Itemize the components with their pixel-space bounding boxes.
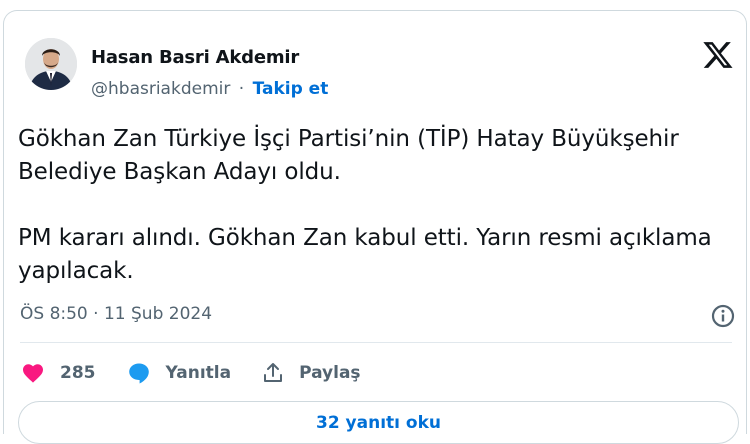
avatar[interactable] <box>25 38 77 90</box>
tweet-text: Gökhan Zan Türkiye İşçi Partisi’nin (TİP… <box>18 123 738 288</box>
like-button[interactable]: 285 <box>20 361 96 385</box>
like-count: 285 <box>60 363 96 383</box>
follow-button[interactable]: Takip et <box>253 79 329 99</box>
tweet-card: Hasan Basri Akdemir @hbasriakdemir · Tak… <box>3 10 747 444</box>
reply-label: Yanıtla <box>165 363 232 383</box>
author-handle[interactable]: @hbasriakdemir <box>91 79 230 99</box>
tweet-paragraph: PM kararı alındı. Gökhan Zan kabul etti.… <box>18 225 712 284</box>
author-meta: @hbasriakdemir · Takip et <box>91 79 328 99</box>
heart-icon <box>23 364 43 383</box>
reply-button[interactable]: Yanıtla <box>126 361 232 385</box>
author-name[interactable]: Hasan Basri Akdemir <box>91 47 299 68</box>
info-icon[interactable] <box>710 303 736 329</box>
share-label: Paylaş <box>299 363 361 383</box>
read-replies-button[interactable]: 32 yanıtı oku <box>18 401 739 444</box>
separator-dot: · <box>238 79 245 99</box>
share-icon <box>264 363 283 382</box>
tweet-timestamp[interactable]: ÖS 8:50 · 11 Şub 2024 <box>20 304 212 324</box>
divider <box>20 342 732 343</box>
action-bar: 285 Yanıtla Paylaş <box>20 357 391 389</box>
x-logo-icon[interactable] <box>702 39 734 71</box>
tweet-paragraph: Gökhan Zan Türkiye İşçi Partisi’nin (TİP… <box>18 126 679 185</box>
share-button[interactable]: Paylaş <box>261 361 361 385</box>
speech-bubble-icon <box>128 363 149 384</box>
